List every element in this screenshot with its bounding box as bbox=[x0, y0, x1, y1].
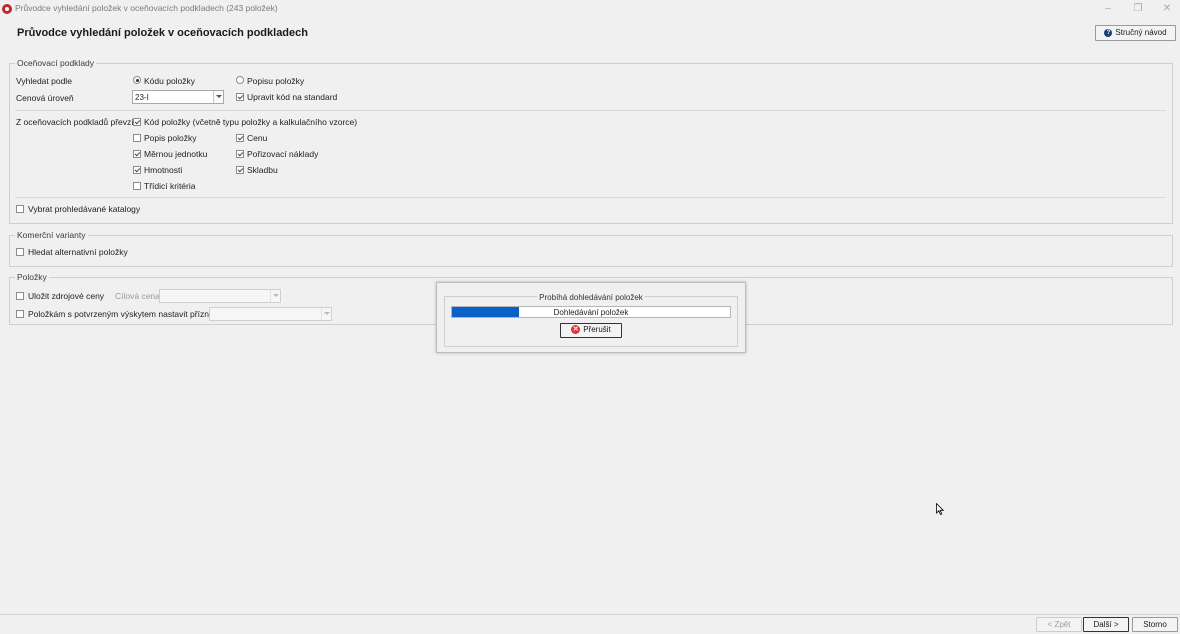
transfer-unit-label[interactable]: Měrnou jednotku bbox=[144, 149, 207, 159]
transfer-price-checkbox[interactable] bbox=[236, 134, 244, 142]
transfer-description-label[interactable]: Popis položky bbox=[144, 133, 196, 143]
progress-dialog-title: Probíhá dohledávání položek bbox=[537, 293, 645, 302]
target-price-label: Cílová cena bbox=[115, 291, 160, 301]
window-title: Průvodce vyhledání položek v oceňovacích… bbox=[15, 3, 278, 13]
search-by-description-radio[interactable] bbox=[236, 76, 244, 84]
chevron-down-icon[interactable] bbox=[213, 91, 223, 103]
search-by-label: Vyhledat podle bbox=[16, 76, 72, 86]
flag-label[interactable]: Položkám s potvrzeným výskytem nastavit … bbox=[28, 309, 218, 319]
search-by-description-label[interactable]: Popisu položky bbox=[247, 76, 304, 86]
commercial-group: Komerční varianty bbox=[9, 230, 1173, 267]
stop-icon: ✕ bbox=[571, 325, 581, 335]
divider bbox=[15, 110, 1166, 111]
price-level-select[interactable]: 23-I bbox=[132, 90, 224, 104]
transfer-description-checkbox[interactable] bbox=[133, 134, 141, 142]
pricing-group: Oceňovací podklady bbox=[9, 58, 1173, 224]
transfer-code-checkbox[interactable] bbox=[133, 118, 141, 126]
save-prices-label[interactable]: Uložit zdrojové ceny bbox=[28, 291, 104, 301]
transfer-composition-label[interactable]: Skladbu bbox=[247, 165, 278, 175]
transfer-composition-checkbox[interactable] bbox=[236, 166, 244, 174]
transfer-criteria-checkbox[interactable] bbox=[133, 182, 141, 190]
help-button[interactable]: ? Stručný návod bbox=[1095, 25, 1176, 41]
commercial-group-legend: Komerční varianty bbox=[15, 230, 88, 240]
progress-dialog-title-wrap: Probíhá dohledávání položek bbox=[444, 292, 738, 302]
search-by-code-label[interactable]: Kódu položky bbox=[144, 76, 195, 86]
progress-bar-text: Dohledávání položek bbox=[553, 308, 629, 317]
flag-checkbox[interactable] bbox=[16, 310, 24, 318]
transfer-price-label[interactable]: Cenu bbox=[247, 133, 267, 143]
close-icon[interactable]: ✕ bbox=[1153, 1, 1180, 17]
page-title: Průvodce vyhledání položek v oceňovacích… bbox=[17, 27, 308, 39]
select-catalogs-checkbox[interactable] bbox=[16, 205, 24, 213]
flag-select[interactable] bbox=[209, 307, 332, 321]
alternative-items-label[interactable]: Hledat alternativní položky bbox=[28, 247, 128, 257]
price-level-value: 23-I bbox=[135, 93, 149, 102]
transfer-costs-checkbox[interactable] bbox=[236, 150, 244, 158]
transfer-unit-checkbox[interactable] bbox=[133, 150, 141, 158]
target-price-select[interactable] bbox=[159, 289, 281, 303]
footer-bar bbox=[0, 614, 1180, 634]
pricing-group-legend: Oceňovací podklady bbox=[15, 58, 97, 68]
progress-bar: Dohledávání položek bbox=[451, 306, 731, 318]
help-icon: ? bbox=[1104, 28, 1113, 37]
chevron-down-icon[interactable] bbox=[321, 308, 331, 320]
transfer-weight-checkbox[interactable] bbox=[133, 166, 141, 174]
search-by-code-radio[interactable] bbox=[133, 76, 141, 84]
cancel-button[interactable]: Storno bbox=[1132, 617, 1178, 632]
price-level-label: Cenová úroveň bbox=[16, 93, 74, 103]
help-button-label: Stručný návod bbox=[1115, 28, 1167, 37]
app-logo-icon bbox=[2, 4, 12, 14]
transfer-weight-label[interactable]: Hmotnosti bbox=[144, 165, 182, 175]
transfer-code-label[interactable]: Kód položky (včetně typu položky a kalku… bbox=[144, 117, 357, 127]
alternative-items-checkbox[interactable] bbox=[16, 248, 24, 256]
transfer-criteria-label[interactable]: Třídicí kritéria bbox=[144, 181, 195, 191]
back-button[interactable]: < Zpět bbox=[1036, 617, 1082, 632]
transfer-costs-label[interactable]: Pořizovací náklady bbox=[247, 149, 318, 159]
restore-icon[interactable]: ❐ bbox=[1124, 1, 1152, 17]
next-button[interactable]: Další > bbox=[1083, 617, 1129, 632]
transfer-label: Z oceňovacích podkladů převzít bbox=[16, 117, 137, 127]
mouse-cursor-icon bbox=[936, 503, 944, 515]
save-prices-checkbox[interactable] bbox=[16, 292, 24, 300]
select-catalogs-label[interactable]: Vybrat prohledávané katalogy bbox=[28, 204, 140, 214]
minimize-icon[interactable]: – bbox=[1094, 1, 1122, 17]
stop-button-label: Přerušit bbox=[583, 325, 611, 334]
chevron-down-icon[interactable] bbox=[270, 290, 280, 302]
adjust-code-label[interactable]: Upravit kód na standard bbox=[247, 92, 337, 102]
adjust-code-checkbox[interactable] bbox=[236, 93, 244, 101]
progress-dialog-group bbox=[444, 296, 738, 347]
items-group-legend: Položky bbox=[15, 272, 49, 282]
divider bbox=[15, 197, 1166, 198]
stop-button[interactable]: ✕ Přerušit bbox=[560, 323, 622, 338]
